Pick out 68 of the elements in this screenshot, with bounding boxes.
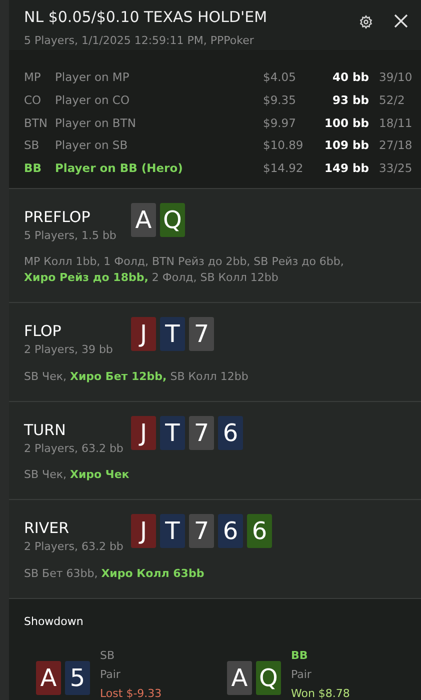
close-button[interactable]	[393, 13, 409, 29]
player-position: MP	[24, 69, 42, 86]
player-stats: 52/2	[378, 92, 406, 109]
playing-card: 6	[218, 416, 243, 450]
hand-subtitle: 5 Players, 1/1/2025 12:59:11 PM, PPPoker	[24, 33, 255, 49]
player-position: CO	[24, 92, 42, 109]
street-info: 2 Players, 63.2 bb	[24, 539, 124, 556]
playing-card: T	[160, 317, 185, 352]
street-title: FLOP	[24, 322, 62, 340]
player-stack: $14.92	[263, 160, 304, 177]
playing-card: A	[227, 660, 252, 695]
street-actions: SB Чек, Хиро Чек	[24, 467, 130, 484]
player-position: BTN	[24, 114, 49, 132]
playing-card: J	[131, 514, 156, 548]
hand-result: Lost $-9.33	[100, 686, 162, 700]
player-stack: $10.89	[263, 137, 304, 154]
player-name: Player on MP	[55, 69, 130, 86]
player-name: Player on CO	[55, 92, 131, 109]
hand-result: Won $8.78	[291, 686, 350, 700]
playing-card: J	[131, 416, 156, 450]
playing-card: 5	[65, 660, 90, 695]
showdown-title: Showdown	[24, 614, 84, 630]
hand-rank: Pair	[291, 667, 312, 684]
window-title: NL $0.05/$0.10 TEXAS HOLD'EM	[24, 7, 268, 27]
playing-card: 7	[189, 514, 214, 548]
hand-rank: Pair	[100, 667, 122, 684]
player-name: Player on BB (Hero)	[55, 160, 184, 177]
player-stats: 27/18	[378, 137, 413, 154]
showdown-position: SB	[100, 648, 116, 664]
player-stats: 39/10	[378, 69, 413, 86]
street-title: RIVER	[24, 519, 70, 538]
playing-card: 7	[189, 416, 214, 450]
playing-card: A	[131, 202, 156, 237]
playing-card: 6	[218, 514, 243, 548]
playing-card: Q	[160, 202, 185, 237]
street-actions: SB Бет 63bb, Хиро Колл 63bb	[24, 566, 206, 582]
playing-card: A	[36, 660, 61, 695]
street-title: PREFLOP	[24, 208, 92, 226]
player-stack: $9.35	[263, 92, 297, 109]
playing-card: 7	[189, 317, 214, 352]
player-bb: 149 bb	[324, 160, 369, 177]
playing-card: T	[160, 416, 185, 450]
player-position: SB	[24, 137, 40, 154]
playing-card: T	[160, 514, 185, 548]
street-actions: MP Колл 1bb, 1 Фолд, BTN Рейз до 2bb, SB Рейз до 6bb, Хиро Рейз до 18bb, 2 Фолд, SB Колл 12bb	[24, 254, 345, 286]
player-stats: 18/11	[378, 114, 413, 132]
player-bb: 93 bb	[332, 92, 369, 109]
showdown-position: BB	[291, 648, 309, 664]
street-info: 2 Players, 63.2 bb	[24, 440, 124, 457]
player-name: Player on BTN	[55, 114, 137, 132]
street-info: 5 Players, 1.5 bb	[24, 228, 118, 244]
player-stack: $4.05	[263, 69, 297, 86]
player-stats: 33/25	[378, 160, 413, 177]
player-name: Player on SB	[55, 137, 129, 154]
player-position: BB	[24, 160, 43, 177]
street-title: TURN	[24, 420, 67, 439]
playing-card: 6	[247, 514, 272, 548]
player-bb: 100 bb	[324, 114, 369, 132]
street-info: 2 Players, 39 bb	[24, 342, 114, 358]
playing-card: J	[131, 317, 156, 352]
street-actions: SB Чек, Хиро Бет 12bb, SB Колл 12bb	[24, 368, 250, 385]
player-bb: 40 bb	[332, 69, 369, 86]
settings-button[interactable]	[359, 15, 373, 29]
player-bb: 109 bb	[324, 137, 369, 154]
close-icon	[393, 13, 409, 29]
player-stack: $9.97	[263, 114, 297, 132]
playing-card: Q	[256, 660, 281, 695]
settings-icon	[359, 15, 373, 29]
